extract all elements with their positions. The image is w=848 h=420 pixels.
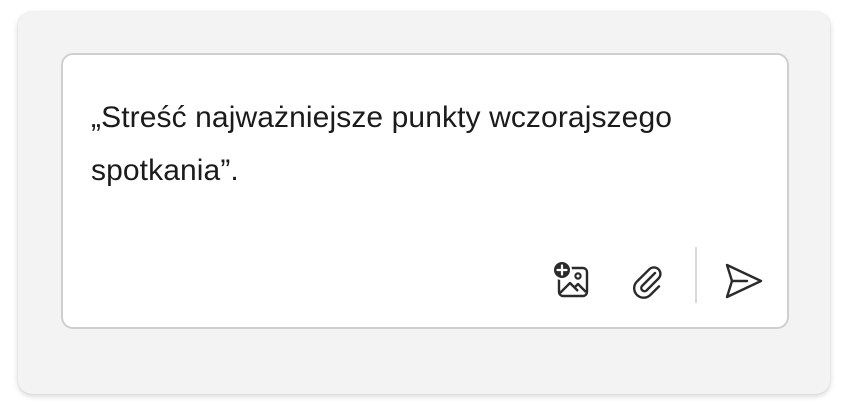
input-toolbar bbox=[527, 247, 787, 327]
toolbar-divider bbox=[695, 247, 697, 303]
paperclip-icon bbox=[625, 259, 669, 303]
attach-file-button[interactable] bbox=[623, 257, 671, 305]
add-image-button[interactable] bbox=[549, 257, 597, 305]
prompt-input-box[interactable]: „Streść najważniejsze punkty wczorajszeg… bbox=[61, 53, 789, 329]
send-icon bbox=[721, 259, 765, 303]
send-button[interactable] bbox=[719, 257, 767, 305]
image-add-icon bbox=[551, 259, 595, 303]
prompt-text[interactable]: „Streść najważniejsze punkty wczorajszeg… bbox=[91, 91, 741, 197]
